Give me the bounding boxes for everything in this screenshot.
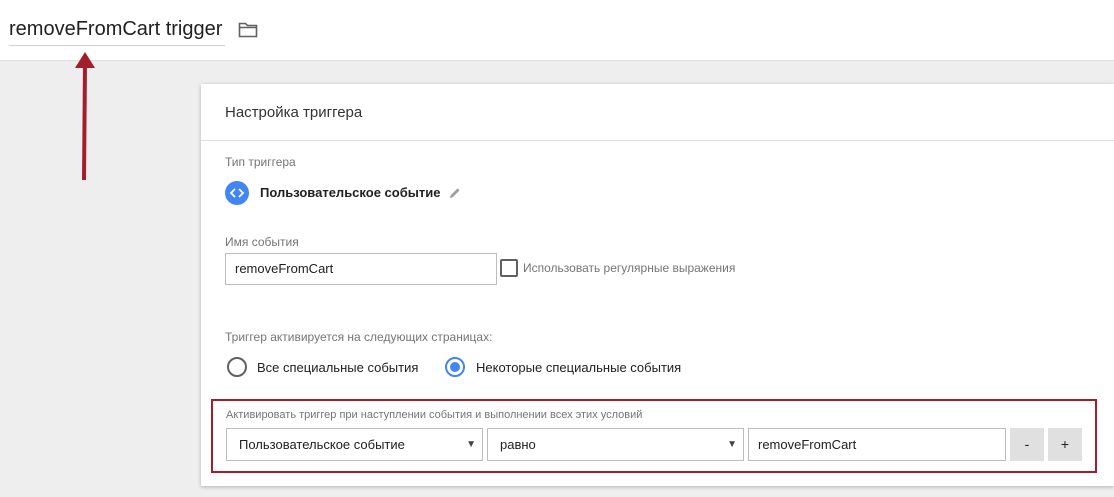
remove-condition-button[interactable]: - xyxy=(1010,428,1044,461)
radio-all-events-label: Все специальные события xyxy=(257,360,419,375)
condition-operator-select[interactable]: равно ▼ xyxy=(487,428,744,461)
radio-all-events[interactable] xyxy=(227,357,247,377)
regex-checkbox-label: Использовать регулярные выражения xyxy=(523,261,736,275)
condition-value-input[interactable]: removeFromCart xyxy=(748,428,1006,461)
conditions-box: Активировать триггер при наступлении соб… xyxy=(211,399,1097,473)
card-header: Настройка триггера xyxy=(201,84,1114,141)
conditions-label: Активировать триггер при наступлении соб… xyxy=(226,409,643,421)
fires-on-label: Триггер активируется на следующих страни… xyxy=(225,330,493,344)
trigger-type-value[interactable]: Пользовательское событие xyxy=(260,185,440,200)
pencil-icon[interactable] xyxy=(448,186,462,200)
card-title: Настройка триггера xyxy=(225,104,363,121)
condition-variable-value: Пользовательское событие xyxy=(239,437,405,452)
add-condition-button[interactable]: + xyxy=(1048,428,1082,461)
radio-some-events-label: Некоторые специальные события xyxy=(476,360,682,375)
caret-down-icon: ▼ xyxy=(466,439,476,450)
code-icon xyxy=(225,181,249,205)
condition-variable-select[interactable]: Пользовательское событие ▼ xyxy=(226,428,483,461)
folder-icon[interactable] xyxy=(238,21,258,39)
annotation-arrow xyxy=(75,52,95,181)
trigger-name-title[interactable]: removeFromCart trigger xyxy=(9,18,225,46)
regex-checkbox[interactable] xyxy=(500,259,518,277)
event-name-label: Имя события xyxy=(225,235,299,249)
condition-operator-value: равно xyxy=(500,437,536,452)
trigger-type-label: Тип триггера xyxy=(225,155,296,169)
radio-some-events[interactable] xyxy=(445,357,465,377)
top-bar: removeFromCart trigger xyxy=(0,0,1114,61)
caret-down-icon: ▼ xyxy=(727,439,737,450)
event-name-input[interactable]: removeFromCart xyxy=(225,253,497,285)
